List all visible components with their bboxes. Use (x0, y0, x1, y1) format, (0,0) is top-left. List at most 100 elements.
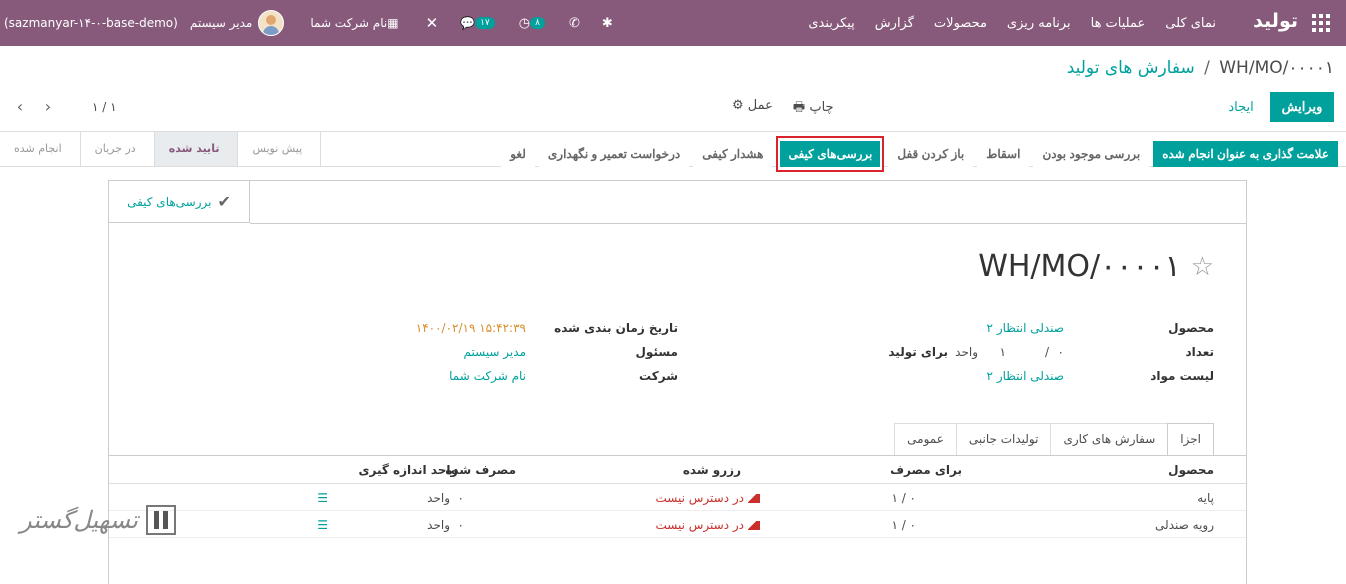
quantity-uom: واحد (955, 345, 978, 359)
menu-operations[interactable]: عملیات ها (1081, 16, 1156, 31)
watermark-mark (145, 505, 176, 535)
quality-checks-label: بررسی‌های کیفی (780, 141, 881, 167)
action-menu[interactable]: ⚙ عمل (732, 98, 773, 120)
action-label: عمل (747, 98, 773, 113)
menu-reporting[interactable]: گزارش (865, 16, 924, 31)
company-switcher[interactable]: نام شرکت شما ▦ (310, 16, 403, 30)
unlock-button[interactable]: باز کردن قفل (888, 141, 974, 167)
database-name: (sazmanyar-۱۴-۰-base-demo) (4, 16, 178, 30)
record-name: WH/MO/۰۰۰۰۱ (978, 249, 1181, 284)
chat-icon: 💬 (460, 16, 476, 30)
list-icon[interactable]: ☰ (317, 491, 328, 505)
main-menu: نمای کلی عملیات ها برنامه ریزی محصولات گ… (798, 0, 1226, 46)
table-header: محصول برای مصرف رزرو شده مصرف شده واحد ا… (109, 456, 1246, 484)
tab-by-products[interactable]: تولیدات جانبی (955, 423, 1052, 455)
column-uom[interactable]: واحد اندازه گیری (358, 463, 458, 477)
workflow-buttons: علامت گذاری به عنوان انجام شده بررسی موج… (497, 136, 1338, 172)
stage-draft[interactable]: پیش نویس (238, 132, 322, 166)
stage-in-progress[interactable]: در جریان (80, 132, 155, 166)
scrap-button[interactable]: اسقاط (977, 141, 1030, 167)
messages-menu[interactable]: 💬 ۱۷ (460, 16, 497, 30)
breadcrumb-parent[interactable]: سفارش های تولید (1067, 58, 1195, 78)
row-reserved: در دسترس نیست (655, 491, 760, 505)
quantity-label: تعداد (1185, 345, 1214, 359)
column-reserved[interactable]: رزرو شده (683, 463, 741, 477)
messages-badge: ۱۷ (475, 17, 495, 29)
breadcrumb-separator: / (1204, 58, 1210, 78)
row-uom: واحد (427, 491, 450, 505)
cancel-button[interactable]: لغو (501, 141, 535, 167)
menu-planning[interactable]: برنامه ریزی (997, 16, 1081, 31)
forecast-chart-icon[interactable] (748, 520, 760, 530)
menu-configuration[interactable]: پیکربندی (798, 16, 864, 31)
column-to-consume[interactable]: برای مصرف (890, 463, 962, 477)
stage-done[interactable]: انجام شده (0, 132, 81, 166)
tools-icon[interactable]: ✕ (426, 14, 439, 32)
activities-menu[interactable]: ◷ ۸ (519, 16, 547, 31)
smart-button-label: بررسی‌های کیفی (127, 194, 212, 209)
table-row[interactable]: رویه صندلی ۱ / ۰ در دسترس نیست ۰ واحد ☰ (109, 511, 1246, 538)
to-produce-label: برای تولید (888, 345, 948, 359)
quality-checks-button[interactable]: بررسی‌های کیفی (776, 136, 885, 172)
status-bar: علامت گذاری به عنوان انجام شده بررسی موج… (0, 131, 1346, 172)
product-value[interactable]: صندلی انتظار ۲ (987, 321, 1064, 335)
button-box-divider (250, 223, 1246, 224)
clock-icon: ◷ (518, 15, 531, 31)
quality-alert-button[interactable]: هشدار کیفی (693, 141, 773, 167)
stage-confirmed[interactable]: تایید شده (154, 132, 239, 166)
quantity-total[interactable]: ۱ (1000, 345, 1006, 359)
row-uom: واحد (427, 518, 450, 532)
responsible-value[interactable]: مدیر سیستم (464, 345, 527, 359)
print-menu[interactable]: 🖶 چاپ (793, 98, 834, 120)
apps-menu-icon[interactable] (1312, 14, 1330, 32)
bom-value[interactable]: صندلی انتظار ۲ (987, 369, 1064, 383)
scheduled-date-value[interactable]: ۱۴۰۰/۰۲/۱۹ ۱۵:۴۲:۳۹ (416, 321, 526, 335)
menu-products[interactable]: محصولات (924, 16, 997, 31)
row-to-consume: ۱ / ۰ (891, 491, 916, 505)
watermark-logo: تسهیل‌گستر (20, 505, 176, 535)
tab-general[interactable]: عمومی (894, 423, 957, 455)
company-value[interactable]: نام شرکت شما (449, 369, 526, 383)
next-icon[interactable]: › (38, 97, 58, 116)
avatar (258, 10, 285, 36)
row-consumed: ۰ (457, 491, 464, 505)
activities-badge: ۸ (530, 17, 545, 29)
create-button[interactable]: ایجاد (1220, 92, 1262, 122)
responsible-label: مسئول (635, 345, 678, 359)
action-menus: 🖶 چاپ ⚙ عمل (712, 98, 834, 120)
menu-overview[interactable]: نمای کلی (1155, 16, 1226, 31)
column-product[interactable]: محصول (1168, 463, 1214, 477)
notebook-tabs: اجزا سفارش های کاری تولیدات جانبی عمومی (894, 423, 1214, 455)
edit-button[interactable]: ویرایش (1270, 92, 1334, 122)
pager-count[interactable]: ۱ / ۱ (92, 100, 117, 114)
star-icon[interactable]: ☆ (1191, 252, 1214, 282)
gear-icon: ⚙ (732, 98, 748, 113)
quantity-separator: / (1044, 345, 1049, 359)
systray: (sazmanyar-۱۴-۰-base-demo) مدیر سیستم نا… (0, 0, 613, 46)
tab-work-orders[interactable]: سفارش های کاری (1050, 423, 1169, 455)
stage-bar: پیش نویس تایید شده در جریان انجام شده (0, 132, 322, 166)
tab-components[interactable]: اجزا (1167, 423, 1214, 455)
mark-done-button[interactable]: علامت گذاری به عنوان انجام شده (1153, 141, 1338, 167)
list-icon[interactable]: ☰ (317, 518, 328, 532)
top-navbar: تولید نمای کلی عملیات ها برنامه ریزی محص… (0, 0, 1346, 46)
check-availability-button[interactable]: بررسی موجود بودن (1033, 141, 1150, 167)
pager: ‹ › ۱ / ۱ (10, 97, 117, 116)
quality-checks-smart-button[interactable]: بررسی‌های کیفی ✔ (109, 181, 250, 223)
user-menu[interactable]: مدیر سیستم (186, 10, 285, 36)
printer-icon: 🖶 (792, 100, 810, 115)
bug-icon[interactable]: ✱ (602, 16, 613, 31)
table-row[interactable]: پایه ۱ / ۰ در دسترس نیست ۰ واحد ☰ (109, 484, 1246, 511)
row-to-consume: ۱ / ۰ (891, 518, 916, 532)
check-icon: ✔ (217, 192, 231, 211)
maintenance-request-button[interactable]: درخواست تعمیر و نگهداری (538, 141, 690, 167)
row-product: پایه (1197, 491, 1214, 505)
scheduled-date-label: تاریخ زمان بندی شده (554, 321, 678, 335)
phone-icon[interactable]: ✆ (569, 16, 580, 31)
app-brand[interactable]: تولید (1253, 10, 1298, 32)
quantity-done[interactable]: ۰ (1058, 345, 1064, 359)
forecast-chart-icon[interactable] (748, 493, 760, 503)
form-sheet: بررسی‌های کیفی ✔ WH/MO/۰۰۰۰۱ ☆ محصول صند… (108, 180, 1247, 584)
previous-icon[interactable]: ‹ (10, 97, 30, 116)
row-product: رویه صندلی (1155, 518, 1214, 532)
